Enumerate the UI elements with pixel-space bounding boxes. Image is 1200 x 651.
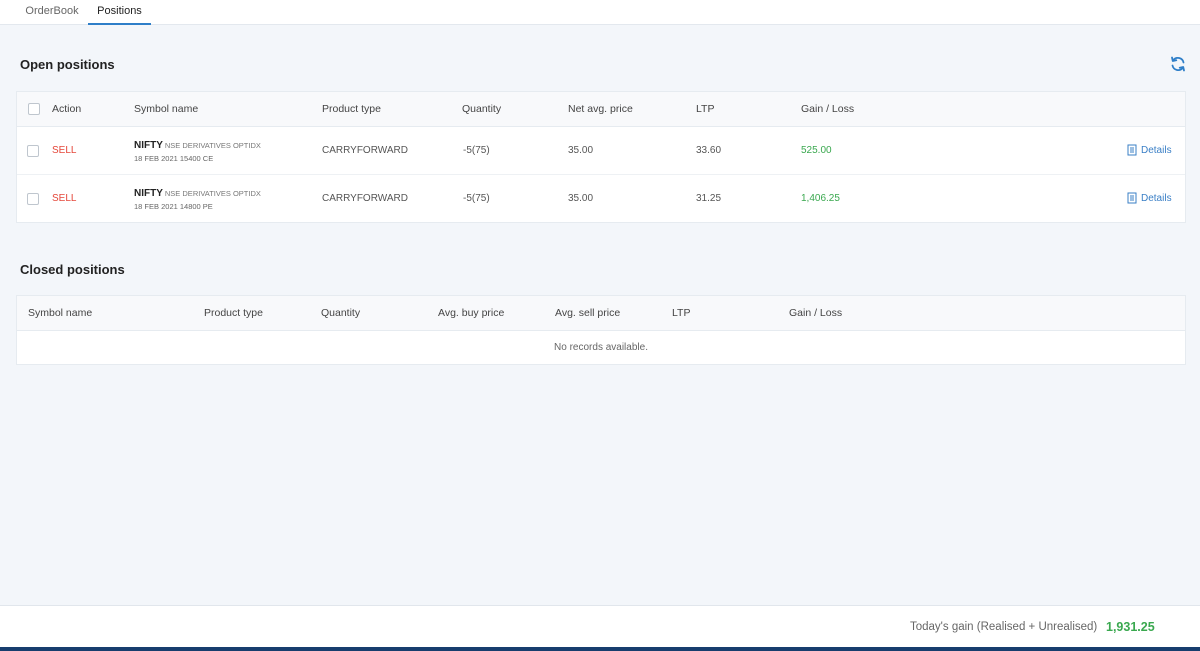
col-quantity: Quantity [321,307,361,319]
product-type: CARRYFORWARD [322,145,408,156]
col-avg-buy: Avg. buy price [438,307,505,319]
open-positions-title: Open positions [20,57,115,72]
row-checkbox[interactable] [27,145,39,157]
row-checkbox[interactable] [27,193,39,205]
ltp: 31.25 [696,193,722,204]
empty-message: No records available. [554,342,648,353]
col-symbol: Symbol name [28,307,93,319]
todays-gain-value: 1,931.25 [1106,620,1155,634]
quantity: -5(75) [463,145,490,156]
table-header: Symbol name Product type Quantity Avg. b… [17,296,1185,331]
gain-loss: 525.00 [801,145,832,156]
details-link[interactable]: Details [1127,127,1172,175]
symbol-contract: 18 FEB 2021 15400 CE [134,154,214,163]
open-positions-table: Action Symbol name Product type Quantity… [16,91,1186,223]
document-icon [1127,192,1137,204]
col-gain: Gain / Loss [789,307,843,319]
symbol-name: NIFTY [134,140,163,151]
col-ltp: LTP [672,307,691,319]
col-gain: Gain / Loss [801,103,855,115]
quantity: -5(75) [463,193,490,204]
col-product: Product type [322,103,381,115]
action-label: SELL [52,145,77,156]
col-action: Action [52,103,82,115]
col-net-avg: Net avg. price [568,103,633,115]
col-symbol: Symbol name [134,103,199,115]
bottom-bar [0,647,1200,651]
refresh-button[interactable] [1169,55,1187,73]
action-label: SELL [52,193,77,204]
table-header: Action Symbol name Product type Quantity… [17,92,1185,127]
symbol-contract: 18 FEB 2021 14800 PE [134,202,213,211]
symbol-cell: NIFTY NSE DERIVATIVES OPTIDX 18 FEB 2021 … [134,138,261,165]
closed-positions-table: Symbol name Product type Quantity Avg. b… [16,295,1186,365]
tab-positions[interactable]: Positions [88,0,151,25]
todays-gain-label: Today's gain (Realised + Unrealised) [910,621,1098,633]
symbol-exchange: NSE DERIVATIVES OPTIDX [164,141,261,150]
col-product: Product type [204,307,263,319]
details-link[interactable]: Details [1127,175,1172,223]
tab-orderbook[interactable]: OrderBook [16,0,88,25]
select-all-checkbox[interactable] [28,103,40,115]
symbol-cell: NIFTY NSE DERIVATIVES OPTIDX 18 FEB 2021 … [134,186,261,213]
symbol-name: NIFTY [134,188,163,199]
product-type: CARRYFORWARD [322,193,408,204]
refresh-icon [1171,56,1185,72]
gain-loss: 1,406.25 [801,193,840,204]
symbol-exchange: NSE DERIVATIVES OPTIDX [164,189,261,198]
closed-positions-title: Closed positions [20,262,125,277]
details-label: Details [1141,193,1172,204]
col-avg-sell: Avg. sell price [555,307,621,319]
col-quantity: Quantity [462,103,502,115]
details-label: Details [1141,145,1172,156]
table-row[interactable]: SELL NIFTY NSE DERIVATIVES OPTIDX 18 FEB … [17,127,1185,175]
ltp: 33.60 [696,145,722,156]
summary-footer: Today's gain (Realised + Unrealised) 1,9… [0,605,1200,647]
net-avg-price: 35.00 [568,193,594,204]
tab-bar: OrderBook Positions [0,0,1200,25]
col-ltp: LTP [696,103,715,115]
document-icon [1127,144,1137,156]
table-row[interactable]: SELL NIFTY NSE DERIVATIVES OPTIDX 18 FEB … [17,175,1185,223]
net-avg-price: 35.00 [568,145,594,156]
